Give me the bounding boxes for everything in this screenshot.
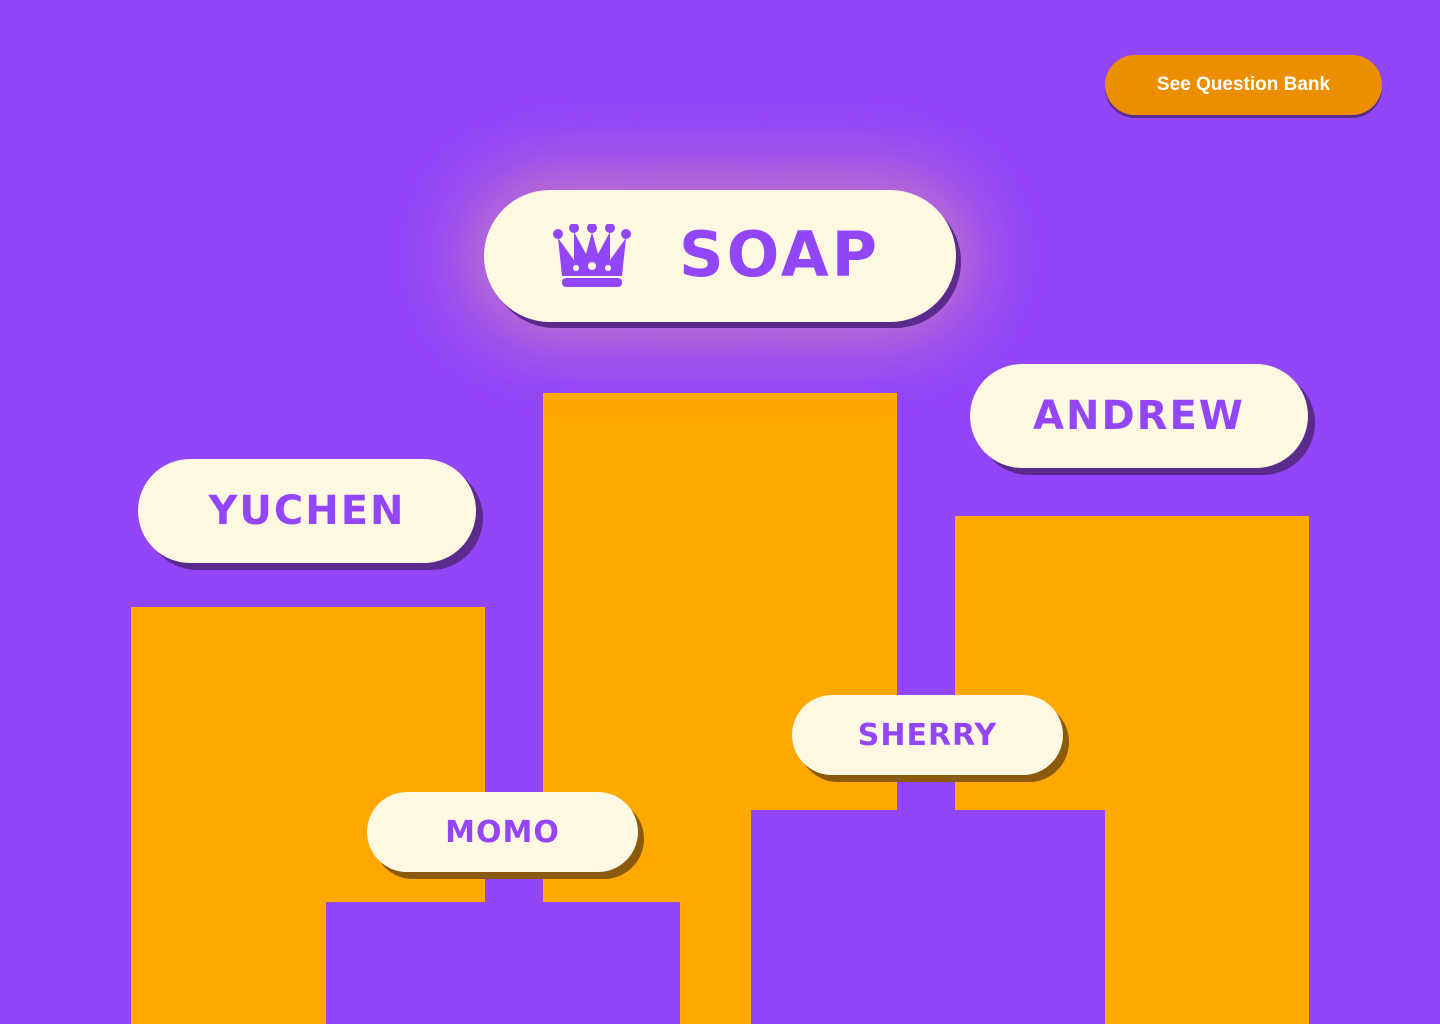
player-name-pill-andrew: ANDREW: [970, 364, 1308, 468]
player-name: MOMO: [445, 814, 560, 850]
player-name: ANDREW: [1033, 393, 1245, 439]
player-name-pill-yuchen: YUCHEN: [138, 459, 476, 563]
podium-bar-momo: [326, 902, 680, 1024]
player-name: SHERRY: [857, 717, 998, 753]
player-name: YUCHEN: [208, 488, 406, 534]
leaderboard-stage: SOAP YUCHEN ANDREW MOMO SHERRY See Quest…: [0, 0, 1440, 1024]
player-name-pill-momo: MOMO: [367, 792, 638, 872]
crown-icon: [553, 224, 631, 287]
winner-name-pill: SOAP: [484, 190, 956, 322]
see-question-bank-button[interactable]: See Question Bank: [1105, 55, 1382, 115]
winner-name: SOAP: [679, 218, 881, 291]
see-question-bank-label: See Question Bank: [1156, 74, 1331, 95]
player-name-pill-sherry: SHERRY: [792, 695, 1063, 775]
podium-bar-sherry: [751, 810, 1105, 1024]
